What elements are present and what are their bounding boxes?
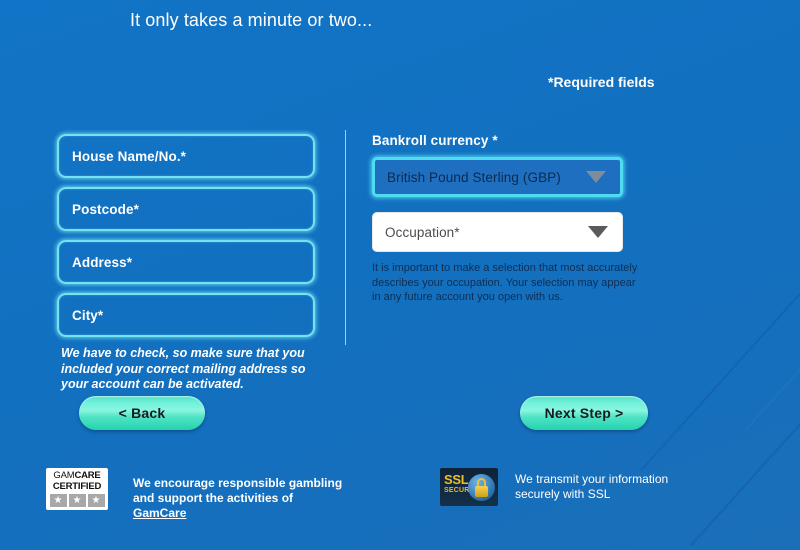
star-icon: ★ bbox=[49, 494, 67, 507]
chevron-down-icon bbox=[586, 171, 606, 183]
city-input[interactable]: City* bbox=[57, 293, 315, 337]
address-hint-text: We have to check, so make sure that you … bbox=[61, 346, 306, 391]
gamcare-footer: GAMCARE CERTIFIED ★ ★ ★ We encourage res… bbox=[46, 468, 348, 521]
postcode-input[interactable]: Postcode* bbox=[57, 187, 315, 231]
bankroll-currency-value: British Pound Sterling (GBP) bbox=[387, 169, 561, 185]
page-title: It only takes a minute or two... bbox=[130, 10, 373, 30]
address-placeholder: Address* bbox=[72, 254, 133, 270]
ssl-badge: SSL SECURE bbox=[440, 468, 498, 506]
lock-icon bbox=[468, 474, 495, 501]
house-name-placeholder: House Name/No.* bbox=[72, 148, 187, 164]
background-decoration-stripe bbox=[640, 157, 800, 472]
background-decoration-stripe bbox=[690, 232, 800, 547]
gamcare-logo-certified: CERTIFIED bbox=[52, 481, 102, 492]
gamcare-star-rating: ★ ★ ★ bbox=[49, 494, 105, 507]
bankroll-currency-select[interactable]: British Pound Sterling (GBP) bbox=[372, 157, 623, 197]
required-fields-note: *Required fields bbox=[548, 74, 655, 90]
gamcare-footer-text: We encourage responsible gambling and su… bbox=[133, 476, 348, 521]
chevron-down-icon bbox=[588, 226, 608, 238]
registration-page: It only takes a minute or two... *Requir… bbox=[0, 0, 800, 550]
gamcare-link[interactable]: GamCare bbox=[133, 506, 186, 520]
gamcare-footer-sentence: We encourage responsible gambling and su… bbox=[133, 476, 343, 505]
city-placeholder: City* bbox=[72, 307, 104, 323]
postcode-placeholder: Postcode* bbox=[72, 201, 139, 217]
gamcare-logo-wordmark: GAMCARE bbox=[49, 471, 105, 481]
lock-body bbox=[475, 486, 488, 497]
next-step-button[interactable]: Next Step > bbox=[520, 396, 648, 430]
occupation-select[interactable]: Occupation* bbox=[372, 212, 623, 252]
ssl-footer-text: We transmit your information securely wi… bbox=[515, 472, 669, 501]
gamcare-logo: GAMCARE CERTIFIED ★ ★ ★ bbox=[46, 468, 108, 510]
star-icon: ★ bbox=[87, 494, 105, 507]
occupation-value: Occupation* bbox=[385, 224, 460, 240]
column-divider bbox=[345, 130, 346, 345]
background-decoration-stripe bbox=[745, 207, 800, 431]
ssl-footer: SSL SECURE We transmit your information … bbox=[440, 468, 695, 506]
account-details-column: Bankroll currency * British Pound Sterli… bbox=[372, 133, 642, 305]
address-input[interactable]: Address* bbox=[57, 240, 315, 284]
bankroll-currency-label: Bankroll currency * bbox=[372, 133, 498, 148]
occupation-hint-text: It is important to make a selection that… bbox=[372, 262, 638, 303]
gamcare-logo-gam: GAM bbox=[53, 470, 75, 481]
gamcare-logo-care: CARE bbox=[74, 470, 101, 481]
back-button[interactable]: < Back bbox=[79, 396, 205, 430]
house-name-input[interactable]: House Name/No.* bbox=[57, 134, 315, 178]
ssl-badge-title: SSL bbox=[444, 472, 469, 487]
star-icon: ★ bbox=[68, 494, 86, 507]
address-form-column: House Name/No.* Postcode* Address* City*… bbox=[57, 134, 317, 393]
